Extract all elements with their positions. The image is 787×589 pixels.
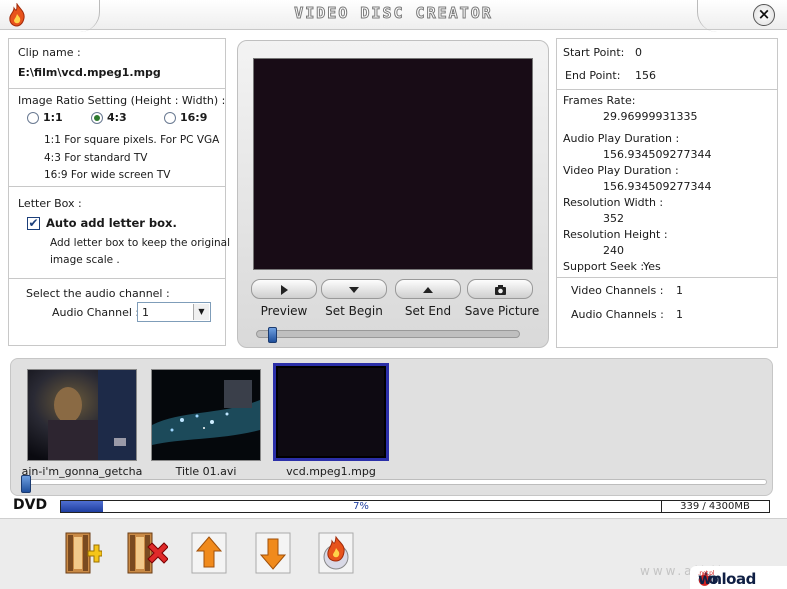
res-height-label: Resolution Height : <box>563 228 668 241</box>
frame-rate-value: 29.96999931335 <box>603 110 698 123</box>
clip-thumbnail-2[interactable] <box>151 369 261 461</box>
ratio-1-1-radio[interactable] <box>27 112 39 124</box>
video-duration-label: Video Play Duration : <box>563 164 679 177</box>
ratio-desc-4-3: 4:3 For standard TV <box>44 152 148 164</box>
set-begin-label[interactable]: Set Begin <box>321 304 387 318</box>
video-channels-label: Video Channels : <box>571 284 664 297</box>
preview-button[interactable] <box>251 279 317 299</box>
set-end-label[interactable]: Set End <box>395 304 461 318</box>
disc-capacity-text: 339 / 4300MB <box>680 501 750 512</box>
audio-channels-value: 1 <box>676 308 683 321</box>
move-down-icon <box>255 532 291 574</box>
ratio-16-9-label[interactable]: 16:9 <box>180 111 207 124</box>
preview-panel: Preview Set Begin Set End Save Picture <box>237 40 549 348</box>
clip-label-1[interactable]: ain-i'm_gonna_getcha <box>21 465 143 478</box>
arrow-down-icon <box>349 287 359 293</box>
save-picture-label[interactable]: Save Picture <box>462 304 542 318</box>
remove-clip-icon <box>127 532 169 574</box>
preview-seek-handle[interactable] <box>268 327 277 343</box>
clip-thumbnail-image <box>278 368 384 456</box>
support-seek-value: Yes <box>643 260 661 273</box>
start-point-value: 0 <box>635 46 642 59</box>
chevron-down-icon[interactable]: ▼ <box>193 304 209 320</box>
clip-name-label: Clip name : <box>18 46 81 59</box>
video-channels-value: 1 <box>676 284 683 297</box>
res-width-value: 352 <box>603 212 624 225</box>
disc-capacity-percent: 7% <box>353 501 369 512</box>
letter-box-desc-line2: image scale . <box>50 254 120 266</box>
end-point-label: End Point: <box>565 69 621 82</box>
arrow-up-icon <box>423 287 433 293</box>
bottom-toolbar: www.alldi.com <box>0 518 787 589</box>
move-up-button[interactable] <box>190 531 228 575</box>
video-duration-value: 156.934509277344 <box>603 180 712 193</box>
save-picture-button[interactable] <box>467 279 533 299</box>
ratio-desc-16-9: 16:9 For wide screen TV <box>44 169 171 181</box>
preview-label[interactable]: Preview <box>251 304 317 318</box>
audio-channel-label: Audio Channel : <box>52 306 140 319</box>
clip-timeline: ain-i'm_gonna_getcha Title 01.avi vcd.mp… <box>10 358 773 496</box>
letter-box-section: Letter Box : ✔ Auto add letter box. Add … <box>9 187 230 279</box>
set-end-button[interactable] <box>395 279 461 299</box>
set-begin-button[interactable] <box>321 279 387 299</box>
disc-type-label: DVD <box>13 497 48 513</box>
title-bar[interactable]: VIDEO DISC CREATOR × <box>0 0 787 32</box>
move-down-button[interactable] <box>254 531 292 575</box>
image-ratio-section: Image Ratio Setting (Height : Width) : 1… <box>9 89 225 187</box>
download-site-logo: do ● wnload .net.pl <box>690 566 787 589</box>
ratio-4-3-radio[interactable] <box>91 112 103 124</box>
camera-icon <box>495 285 506 295</box>
disc-capacity-bar: 7% 339 / 4300MB <box>60 500 770 513</box>
info-divider-bottom <box>557 277 777 278</box>
ratio-16-9-radio[interactable] <box>164 112 176 124</box>
letter-box-heading: Letter Box : <box>18 197 82 210</box>
support-seek-label: Support Seek : <box>563 260 645 273</box>
remove-clip-button[interactable] <box>126 531 169 575</box>
info-divider-top <box>557 89 777 90</box>
audio-channel-value: 1 <box>142 306 149 319</box>
move-up-icon <box>191 532 227 574</box>
window-title: VIDEO DISC CREATOR <box>294 4 493 23</box>
clip-info-panel: Start Point: 0 End Point: 156 Frames Rat… <box>556 38 778 348</box>
ratio-1-1-label[interactable]: 1:1 <box>43 111 63 124</box>
audio-channel-select[interactable]: 1 ▼ <box>137 302 211 322</box>
clip-name-value: E:\film\vcd.mpeg1.mpg <box>18 66 161 79</box>
timeline-scroll-bar[interactable] <box>25 479 767 485</box>
end-point-value: 156 <box>635 69 656 82</box>
clip-name-section: Clip name : E:\film\vcd.mpeg1.mpg <box>9 39 225 89</box>
add-clip-button[interactable] <box>64 531 103 575</box>
video-preview-screen <box>253 58 533 270</box>
audio-channel-section: Select the audio channel : Audio Channel… <box>9 279 225 345</box>
image-ratio-heading: Image Ratio Setting (Height : Width) : <box>18 94 226 107</box>
clip-label-2[interactable]: Title 01.avi <box>151 465 261 478</box>
play-icon <box>281 285 288 295</box>
frame-rate-label: Frames Rate: <box>563 94 636 107</box>
clip-label-3[interactable]: vcd.mpeg1.mpg <box>273 465 389 478</box>
audio-channel-heading: Select the audio channel : <box>26 287 170 300</box>
letter-box-desc-line1: Add letter box to keep the original <box>50 237 231 249</box>
add-clip-icon <box>65 532 103 574</box>
clip-thumbnail-image <box>152 370 260 460</box>
burn-icon <box>318 532 354 574</box>
clip-thumbnail-1[interactable] <box>27 369 137 461</box>
res-height-value: 240 <box>603 244 624 257</box>
res-width-label: Resolution Width : <box>563 196 664 209</box>
ratio-4-3-label[interactable]: 4:3 <box>107 111 127 124</box>
clip-thumbnail-3-selected[interactable] <box>273 363 389 461</box>
ratio-desc-1-1: 1:1 For square pixels. For PC VGA <box>44 134 220 146</box>
auto-letter-box-label[interactable]: Auto add letter box. <box>46 216 177 230</box>
auto-letter-box-checkbox[interactable]: ✔ <box>27 217 40 230</box>
preview-seek-bar[interactable] <box>256 330 520 338</box>
audio-duration-label: Audio Play Duration : <box>563 132 680 145</box>
clip-settings-panel: Clip name : E:\film\vcd.mpeg1.mpg Image … <box>8 38 230 346</box>
timeline-scroll-handle[interactable] <box>21 475 31 493</box>
clip-thumbnail-image <box>28 370 136 460</box>
audio-channels-label: Audio Channels : <box>571 308 664 321</box>
start-point-label: Start Point: <box>563 46 625 59</box>
burn-button[interactable] <box>317 531 355 575</box>
audio-duration-value: 156.934509277344 <box>603 148 712 161</box>
close-button[interactable]: × <box>753 4 775 26</box>
